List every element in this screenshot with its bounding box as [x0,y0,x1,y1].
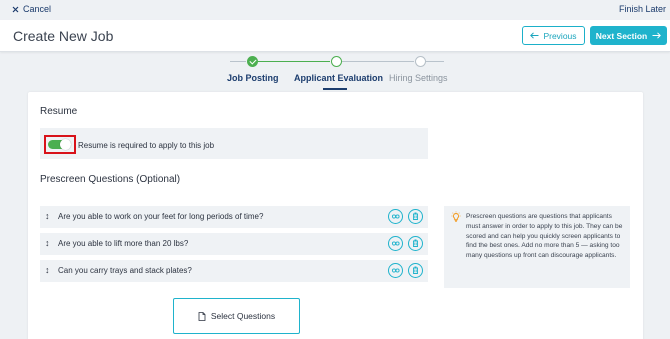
edit-question-button[interactable] [388,236,403,251]
delete-question-button[interactable] [408,263,423,278]
delete-question-button[interactable] [408,209,423,224]
prescreen-tip-text: Prescreen questions are questions that a… [466,213,623,260]
edit-icon [391,214,400,219]
stepper-line [426,61,444,62]
resume-required-toggle[interactable] [48,139,71,150]
question-text: Are you able to lift more than 20 lbs? [58,239,189,248]
question-row: ↕ Can you carry trays and stack plates? [40,260,428,282]
delete-question-button[interactable] [408,236,423,251]
drag-handle-icon[interactable]: ↕ [45,265,50,275]
finish-later-link[interactable]: Finish Later [619,4,666,14]
step-job-posting[interactable]: Job Posting [227,73,279,83]
drag-handle-icon[interactable]: ↕ [45,211,50,221]
question-row: ↕ Are you able to lift more than 20 lbs? [40,233,428,255]
previous-button[interactable]: Previous [522,26,585,45]
highlight-box [44,135,76,154]
resume-section-title: Resume [40,106,78,117]
delete-icon [413,239,418,247]
stepper-line [230,61,246,62]
edit-question-button[interactable] [388,209,403,224]
delete-icon [413,212,418,220]
step-dot-applicant-evaluation [331,56,342,67]
edit-icon [391,241,400,246]
top-bar: Cancel Finish Later [0,0,670,20]
cancel-link[interactable]: Cancel [12,4,51,14]
prescreen-section-title: Prescreen Questions (Optional) [40,174,181,185]
arrow-right-icon [652,32,662,39]
resume-toggle-label: Resume is required to apply to this job [78,141,215,150]
select-questions-button[interactable]: Select Questions [173,298,300,334]
delete-icon [413,266,418,274]
progress-stepper: Job Posting Applicant Evaluation Hiring … [0,52,670,92]
step-hiring-settings[interactable]: Hiring Settings [389,73,448,83]
next-section-label: Next Section [595,30,648,41]
question-text: Are you able to work on your feet for lo… [58,212,264,221]
previous-label: Previous [543,30,577,41]
question-row: ↕ Are you able to work on your feet for … [40,206,428,228]
page-header: Create New Job Previous Next Section [0,20,670,52]
edit-icon [391,268,400,273]
step-applicant-evaluation[interactable]: Applicant Evaluation [294,73,383,83]
document-icon [198,311,206,321]
arrow-left-icon [530,32,539,39]
select-questions-label: Select Questions [210,311,276,321]
lightbulb-icon [451,211,461,222]
cancel-label: Cancel [23,4,52,14]
step-dot-job-posting [247,56,258,67]
stepper-line [342,61,414,62]
prescreen-tip-box: Prescreen questions are questions that a… [444,206,630,288]
stepper-line [258,61,330,62]
next-section-button[interactable]: Next Section [590,26,667,45]
close-icon [12,6,19,12]
job-form-card: Resume Resume is required to apply to th… [28,92,643,339]
question-text: Can you carry trays and stack plates? [58,266,192,275]
toggle-knob [60,139,71,150]
step-dot-hiring-settings [415,56,426,67]
active-step-indicator [323,88,347,90]
edit-question-button[interactable] [388,263,403,278]
drag-handle-icon[interactable]: ↕ [45,238,50,248]
page-title: Create New Job [13,28,114,44]
